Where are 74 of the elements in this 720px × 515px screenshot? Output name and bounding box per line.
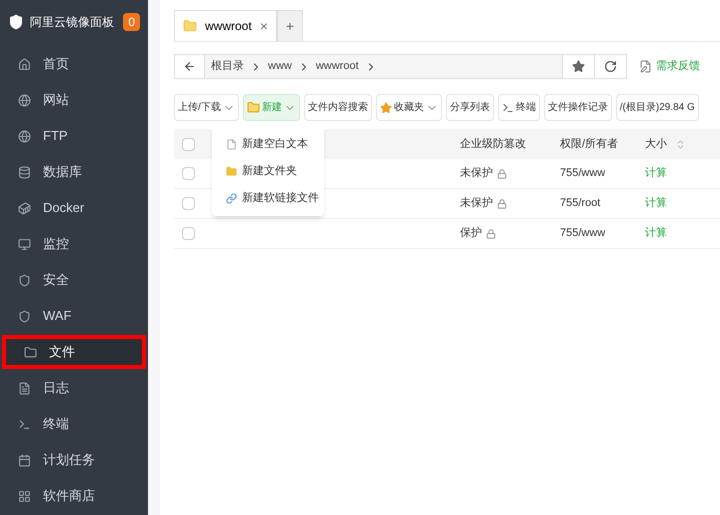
- tab-label: wwwroot: [205, 18, 252, 35]
- table-cell-text: 755/www: [560, 166, 606, 182]
- notification-badge: 0: [123, 13, 140, 31]
- sort-icon: [675, 138, 686, 150]
- home-icon: [18, 58, 31, 70]
- terminal-icon: [502, 102, 514, 114]
- document-icon: [18, 382, 31, 394]
- sidebar-item[interactable]: Docker: [0, 191, 148, 225]
- breadcrumb-link[interactable]: 根目录: [211, 58, 244, 75]
- folder-icon: [226, 166, 237, 177]
- checkbox[interactable]: [182, 167, 195, 180]
- toolbar-button[interactable]: 文件操作记录: [544, 94, 612, 121]
- sidebar-item[interactable]: 数据库: [0, 155, 148, 189]
- database-icon: [18, 166, 31, 178]
- link-icon: [226, 193, 237, 204]
- shield-icon: [18, 274, 31, 286]
- file-icon: [226, 139, 237, 150]
- sidebar-item[interactable]: 监控: [0, 227, 148, 261]
- lock-icon: [497, 168, 507, 178]
- star-icon: [380, 102, 392, 114]
- table-cell-text: 755/root: [560, 196, 602, 212]
- breadcrumb-link[interactable]: www: [268, 58, 292, 75]
- column-header: 企业级防篡改: [460, 136, 527, 152]
- sidebar-item[interactable]: 首页: [0, 47, 148, 81]
- toolbar-button[interactable]: /(根目录)29.84 G: [616, 94, 699, 121]
- menu-item[interactable]: 新建空白文本: [242, 136, 308, 153]
- lock-icon: [497, 198, 507, 208]
- sidebar-item[interactable]: 终端: [0, 407, 148, 441]
- sidebar-item[interactable]: WAF: [0, 299, 148, 333]
- menu-item[interactable]: 新建软链接文件: [242, 190, 319, 207]
- logo-icon: [8, 14, 24, 30]
- toolbar-button[interactable]: 分享列表: [446, 94, 494, 121]
- sidebar-item[interactable]: 软件商店: [0, 479, 148, 513]
- table-cell-text: 未保护: [460, 166, 493, 182]
- calendar-icon: [18, 454, 31, 466]
- folder-icon: [24, 346, 37, 358]
- sidebar-item[interactable]: 安全: [0, 263, 148, 297]
- back-icon: [183, 60, 196, 73]
- star-icon: [572, 60, 585, 73]
- checkbox[interactable]: [182, 227, 195, 240]
- toolbar-button[interactable]: 上传/下载: [174, 94, 239, 121]
- menu-item[interactable]: 新建文件夹: [242, 163, 297, 180]
- table-cell-text: 755/www: [560, 226, 606, 242]
- app-title: 阿里云镜像面板: [30, 14, 114, 31]
- feedback-icon: [639, 60, 652, 73]
- shield-icon: [18, 310, 31, 322]
- table-cell-text: 保护: [460, 226, 482, 242]
- container-icon: [18, 202, 31, 214]
- folder-icon: [246, 101, 260, 114]
- folder-icon: [183, 19, 197, 33]
- toolbar-button[interactable]: 收藏夹: [376, 94, 442, 121]
- globe-icon: [18, 130, 31, 142]
- toolbar-button[interactable]: 文件内容搜索: [304, 94, 372, 121]
- sidebar-item[interactable]: 网站: [0, 83, 148, 117]
- globe-icon: [18, 94, 31, 106]
- sidebar-item[interactable]: FTP: [0, 119, 148, 153]
- lock-icon: [486, 228, 496, 238]
- grid-icon: [18, 490, 31, 502]
- sidebar-item[interactable]: 计划任务: [0, 443, 148, 477]
- column-header: 大小: [645, 136, 667, 152]
- sidebar-item[interactable]: 文件: [2, 335, 146, 369]
- refresh-icon: [604, 60, 617, 73]
- terminal-icon: [18, 418, 31, 430]
- toolbar-button[interactable]: 终端: [498, 94, 540, 121]
- folder-tab[interactable]: wwwroot ×: [174, 10, 277, 41]
- breadcrumb-link[interactable]: wwwroot: [316, 58, 359, 75]
- new-tab-button[interactable]: +: [276, 10, 304, 41]
- monitor-icon: [18, 238, 31, 250]
- sidebar-item[interactable]: 日志: [0, 371, 148, 405]
- table-cell-text: 未保护: [460, 196, 493, 212]
- checkbox[interactable]: [182, 138, 195, 150]
- checkbox[interactable]: [182, 197, 195, 210]
- column-header: 权限/所有者: [560, 136, 620, 152]
- close-button[interactable]: ×: [260, 16, 268, 36]
